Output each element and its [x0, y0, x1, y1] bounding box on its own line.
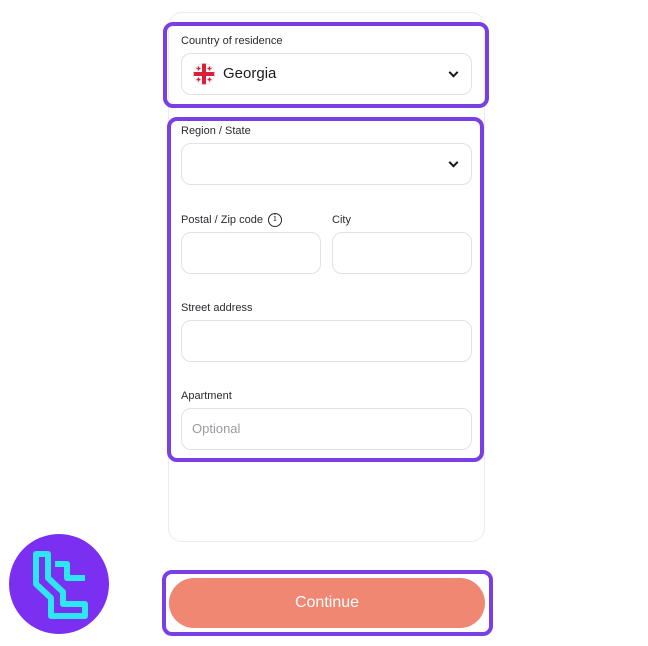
highlight-address [167, 117, 484, 462]
logo-mark-icon [33, 551, 88, 619]
highlight-country [163, 22, 489, 108]
brand-logo [9, 534, 109, 634]
highlight-continue [162, 570, 493, 636]
